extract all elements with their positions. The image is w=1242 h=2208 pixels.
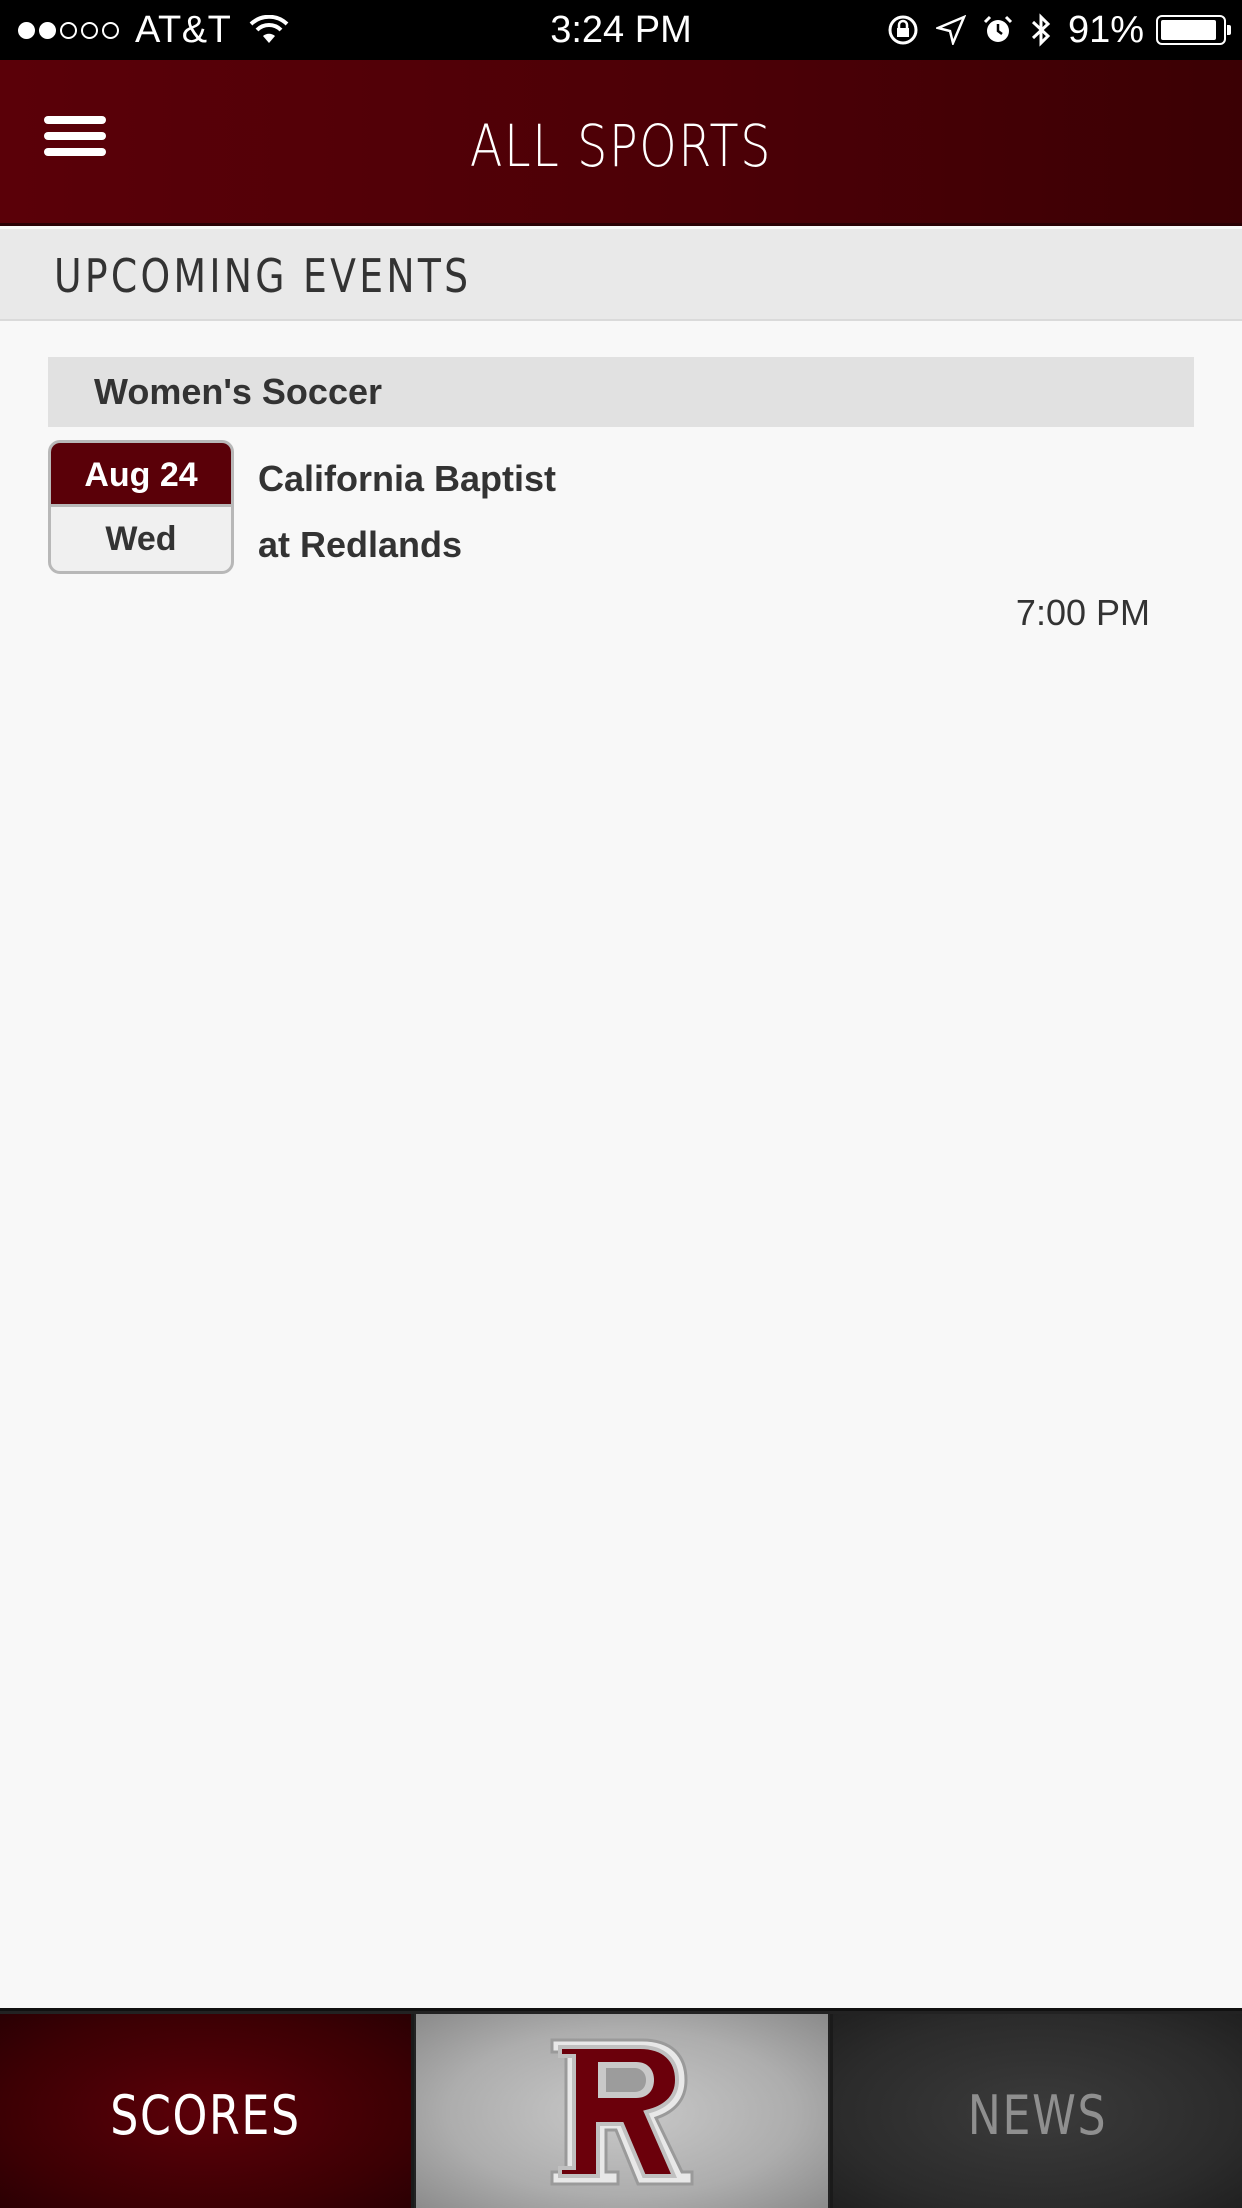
tab-home[interactable]	[416, 2014, 828, 2208]
tab-scores[interactable]: SCORES	[0, 2014, 414, 2208]
date-badge: Aug 24 Wed	[48, 440, 234, 574]
location-icon	[935, 15, 966, 45]
event-weekday: Wed	[105, 520, 177, 558]
event-time: 7:00 PM	[1015, 592, 1150, 633]
event-list-item[interactable]: Aug 24 Wed California Baptist at Redland…	[48, 440, 1194, 640]
tab-news-label: NEWS	[967, 2084, 1108, 2147]
event-location: at Redlands	[258, 524, 463, 565]
battery-percent: 91%	[1067, 8, 1144, 51]
bluetooth-icon	[1030, 12, 1052, 48]
sport-name: Women's Soccer	[94, 371, 382, 412]
tab-scores-label: SCORES	[110, 2084, 301, 2147]
redlands-r-logo	[550, 2038, 694, 2186]
page-title: ALL SPORTS	[469, 112, 773, 180]
alarm-icon	[982, 14, 1014, 46]
section-header: UPCOMING EVENTS	[0, 229, 1242, 321]
tab-news[interactable]: NEWS	[830, 2014, 1242, 2208]
battery-icon	[1156, 15, 1231, 45]
hamburger-menu-icon[interactable]	[44, 116, 106, 164]
status-right: 91%	[886, 8, 1231, 52]
app-header: ALL SPORTS	[0, 60, 1242, 226]
rotation-lock-icon	[886, 13, 920, 47]
event-opponent: California Baptist	[258, 458, 557, 499]
section-title: UPCOMING EVENTS	[54, 249, 472, 303]
bottom-tab-bar: SCORES NEWS	[0, 2008, 1242, 2208]
event-month-day: Aug 24	[51, 443, 231, 507]
sport-group-header: Women's Soccer	[48, 357, 1194, 427]
status-bar: AT&T 3:24 PM 91%	[0, 0, 1242, 60]
battery-fill	[1161, 20, 1216, 40]
